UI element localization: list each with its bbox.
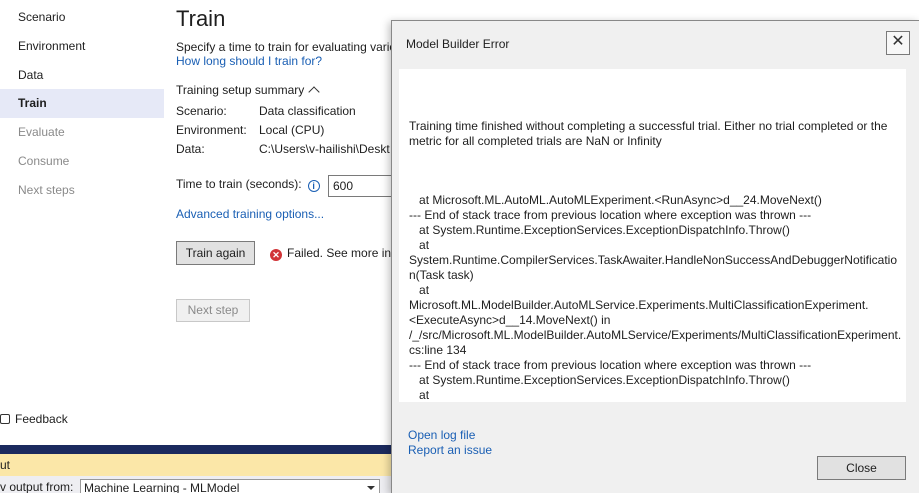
train-again-button[interactable]: Train again bbox=[176, 241, 255, 265]
error-details-text[interactable]: Training time finished without completin… bbox=[399, 69, 906, 402]
error-message: Training time finished without completin… bbox=[409, 119, 891, 148]
summary-row-environment: Environment: Local (CPU) bbox=[176, 123, 324, 137]
next-step-button: Next step bbox=[176, 299, 250, 322]
error-icon: ✕ bbox=[270, 249, 282, 261]
output-pane-title: ut bbox=[0, 454, 391, 476]
show-output-from-label: v output from: bbox=[0, 480, 74, 493]
nav-item-data[interactable]: Data bbox=[0, 61, 164, 90]
feedback-icon bbox=[0, 414, 10, 424]
output-source-select[interactable]: Machine Learning - MLModel bbox=[80, 479, 380, 493]
nav-item-scenario[interactable]: Scenario bbox=[0, 3, 164, 32]
dialog-close-x-button[interactable]: ✕ bbox=[886, 31, 910, 55]
time-to-train-text: Time to train (seconds): bbox=[176, 177, 302, 191]
stack-trace: at Microsoft.ML.AutoML.AutoMLExperiment.… bbox=[409, 193, 902, 402]
training-summary-label: Training setup summary bbox=[176, 83, 305, 97]
summary-row-scenario: Scenario: Data classification bbox=[176, 104, 356, 118]
output-toolbar: v output from: Machine Learning - MLMode… bbox=[0, 476, 391, 493]
nav-item-evaluate: Evaluate bbox=[18, 125, 65, 139]
chevron-down-icon bbox=[367, 486, 375, 490]
time-to-train-input[interactable]: 600 bbox=[328, 175, 392, 197]
summary-value: Local (CPU) bbox=[259, 123, 325, 137]
training-summary-toggle[interactable]: Training setup summary bbox=[176, 83, 320, 98]
time-to-train-label: Time to train (seconds): i bbox=[176, 177, 320, 192]
output-source-value: Machine Learning - MLModel bbox=[84, 481, 240, 493]
page-subtitle: Specify a time to train for evaluating v… bbox=[176, 40, 397, 54]
wizard-nav: Scenario Environment Data Train Evaluate… bbox=[0, 0, 164, 230]
summary-value: Data classification bbox=[259, 104, 356, 118]
tool-window-divider bbox=[0, 445, 391, 454]
feedback-label: Feedback bbox=[15, 412, 68, 426]
info-icon[interactable]: i bbox=[307, 180, 320, 192]
nav-item-consume: Consume bbox=[18, 154, 70, 168]
close-icon: ✕ bbox=[891, 33, 905, 50]
training-status: ✕ Failed. See more in C bbox=[270, 246, 403, 261]
nav-item-train[interactable]: Train bbox=[0, 89, 164, 118]
model-builder-error-dialog: Model Builder Error ✕ Training time fini… bbox=[391, 20, 919, 493]
nav-item-environment[interactable]: Environment bbox=[0, 32, 164, 61]
dialog-links: Open log file Report an issue bbox=[408, 428, 492, 458]
advanced-training-options-link[interactable]: Advanced training options... bbox=[176, 207, 324, 221]
how-long-link[interactable]: How long should I train for? bbox=[176, 54, 322, 68]
chevron-up-icon bbox=[308, 86, 320, 98]
summary-row-data: Data: C:\Users\v-hailishi\Deskt bbox=[176, 142, 390, 156]
dialog-title: Model Builder Error bbox=[406, 37, 510, 51]
report-issue-link[interactable]: Report an issue bbox=[408, 443, 492, 458]
page-title: Train bbox=[176, 6, 226, 31]
summary-key: Environment: bbox=[176, 123, 247, 137]
summary-key: Scenario: bbox=[176, 104, 227, 118]
feedback-link[interactable]: Feedback bbox=[0, 412, 68, 426]
status-text: Failed. See more in C bbox=[287, 246, 404, 260]
close-button[interactable]: Close bbox=[817, 456, 906, 480]
summary-key: Data: bbox=[176, 142, 205, 156]
open-log-file-link[interactable]: Open log file bbox=[408, 428, 492, 443]
summary-value: C:\Users\v-hailishi\Deskt bbox=[259, 142, 390, 156]
nav-item-next-steps: Next steps bbox=[18, 183, 75, 197]
